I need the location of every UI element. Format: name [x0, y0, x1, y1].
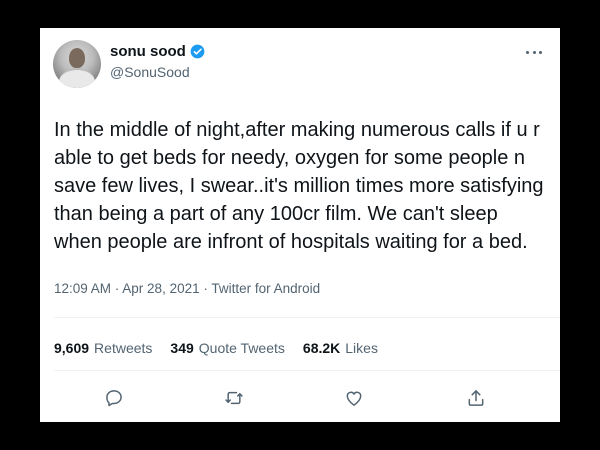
- quote-tweets-count: 349: [170, 340, 194, 356]
- tweet-card: sonu sood @SonuSood In the middle of nig…: [40, 28, 560, 422]
- reply-icon: [106, 390, 122, 407]
- like-icon: [346, 391, 362, 406]
- tweet-text-line: In the middle of night,after making nume…: [54, 119, 540, 141]
- avatar-shirt: [59, 68, 95, 88]
- tweet-actions: [40, 386, 560, 414]
- tweet-text: In the middle of night,after making nume…: [54, 116, 554, 256]
- tweet-text-line: when people are infront of hospitals wai…: [54, 231, 528, 253]
- more-icon[interactable]: [526, 44, 542, 60]
- name-row: sonu sood: [110, 43, 205, 60]
- avatar-face: [69, 48, 85, 68]
- likes-count: 68.2K: [302, 340, 341, 356]
- share-icon: [468, 390, 484, 406]
- tweet-meta[interactable]: 12:09 AM · Apr 28, 2021 · Twitter for An…: [54, 281, 320, 296]
- reply-button[interactable]: [102, 386, 126, 410]
- avatar[interactable]: [53, 40, 101, 88]
- likes-label: Likes: [345, 340, 378, 356]
- quote-tweets-label: Quote Tweets: [198, 340, 285, 356]
- retweets-count: 9,609: [54, 340, 90, 356]
- divider: [54, 370, 560, 371]
- retweets-label: Retweets: [94, 340, 153, 356]
- retweet-icon: [225, 391, 243, 405]
- tweet-text-line: able to get beds for needy, oxygen for s…: [54, 147, 526, 169]
- tweet-text-line: save few lives, I swear..it's million ti…: [54, 175, 544, 197]
- retweets-stat[interactable]: 9,609 Retweets: [54, 340, 152, 356]
- user-handle[interactable]: @SonuSood: [110, 64, 190, 80]
- share-button[interactable]: [464, 386, 488, 410]
- divider: [54, 317, 560, 318]
- like-button[interactable]: [342, 386, 366, 410]
- likes-stat[interactable]: 68.2K Likes: [303, 340, 378, 356]
- verified-badge-icon: [190, 44, 205, 59]
- tweet-header: sonu sood @SonuSood: [40, 28, 560, 100]
- quote-tweets-stat[interactable]: 349 Quote Tweets: [170, 340, 285, 356]
- tweet-stats: 9,609 Retweets 349 Quote Tweets 68.2K Likes: [54, 340, 378, 356]
- display-name[interactable]: sonu sood: [110, 43, 186, 60]
- retweet-button[interactable]: [222, 386, 246, 410]
- tweet-text-line: than being a part of any 100cr film. We …: [54, 203, 498, 225]
